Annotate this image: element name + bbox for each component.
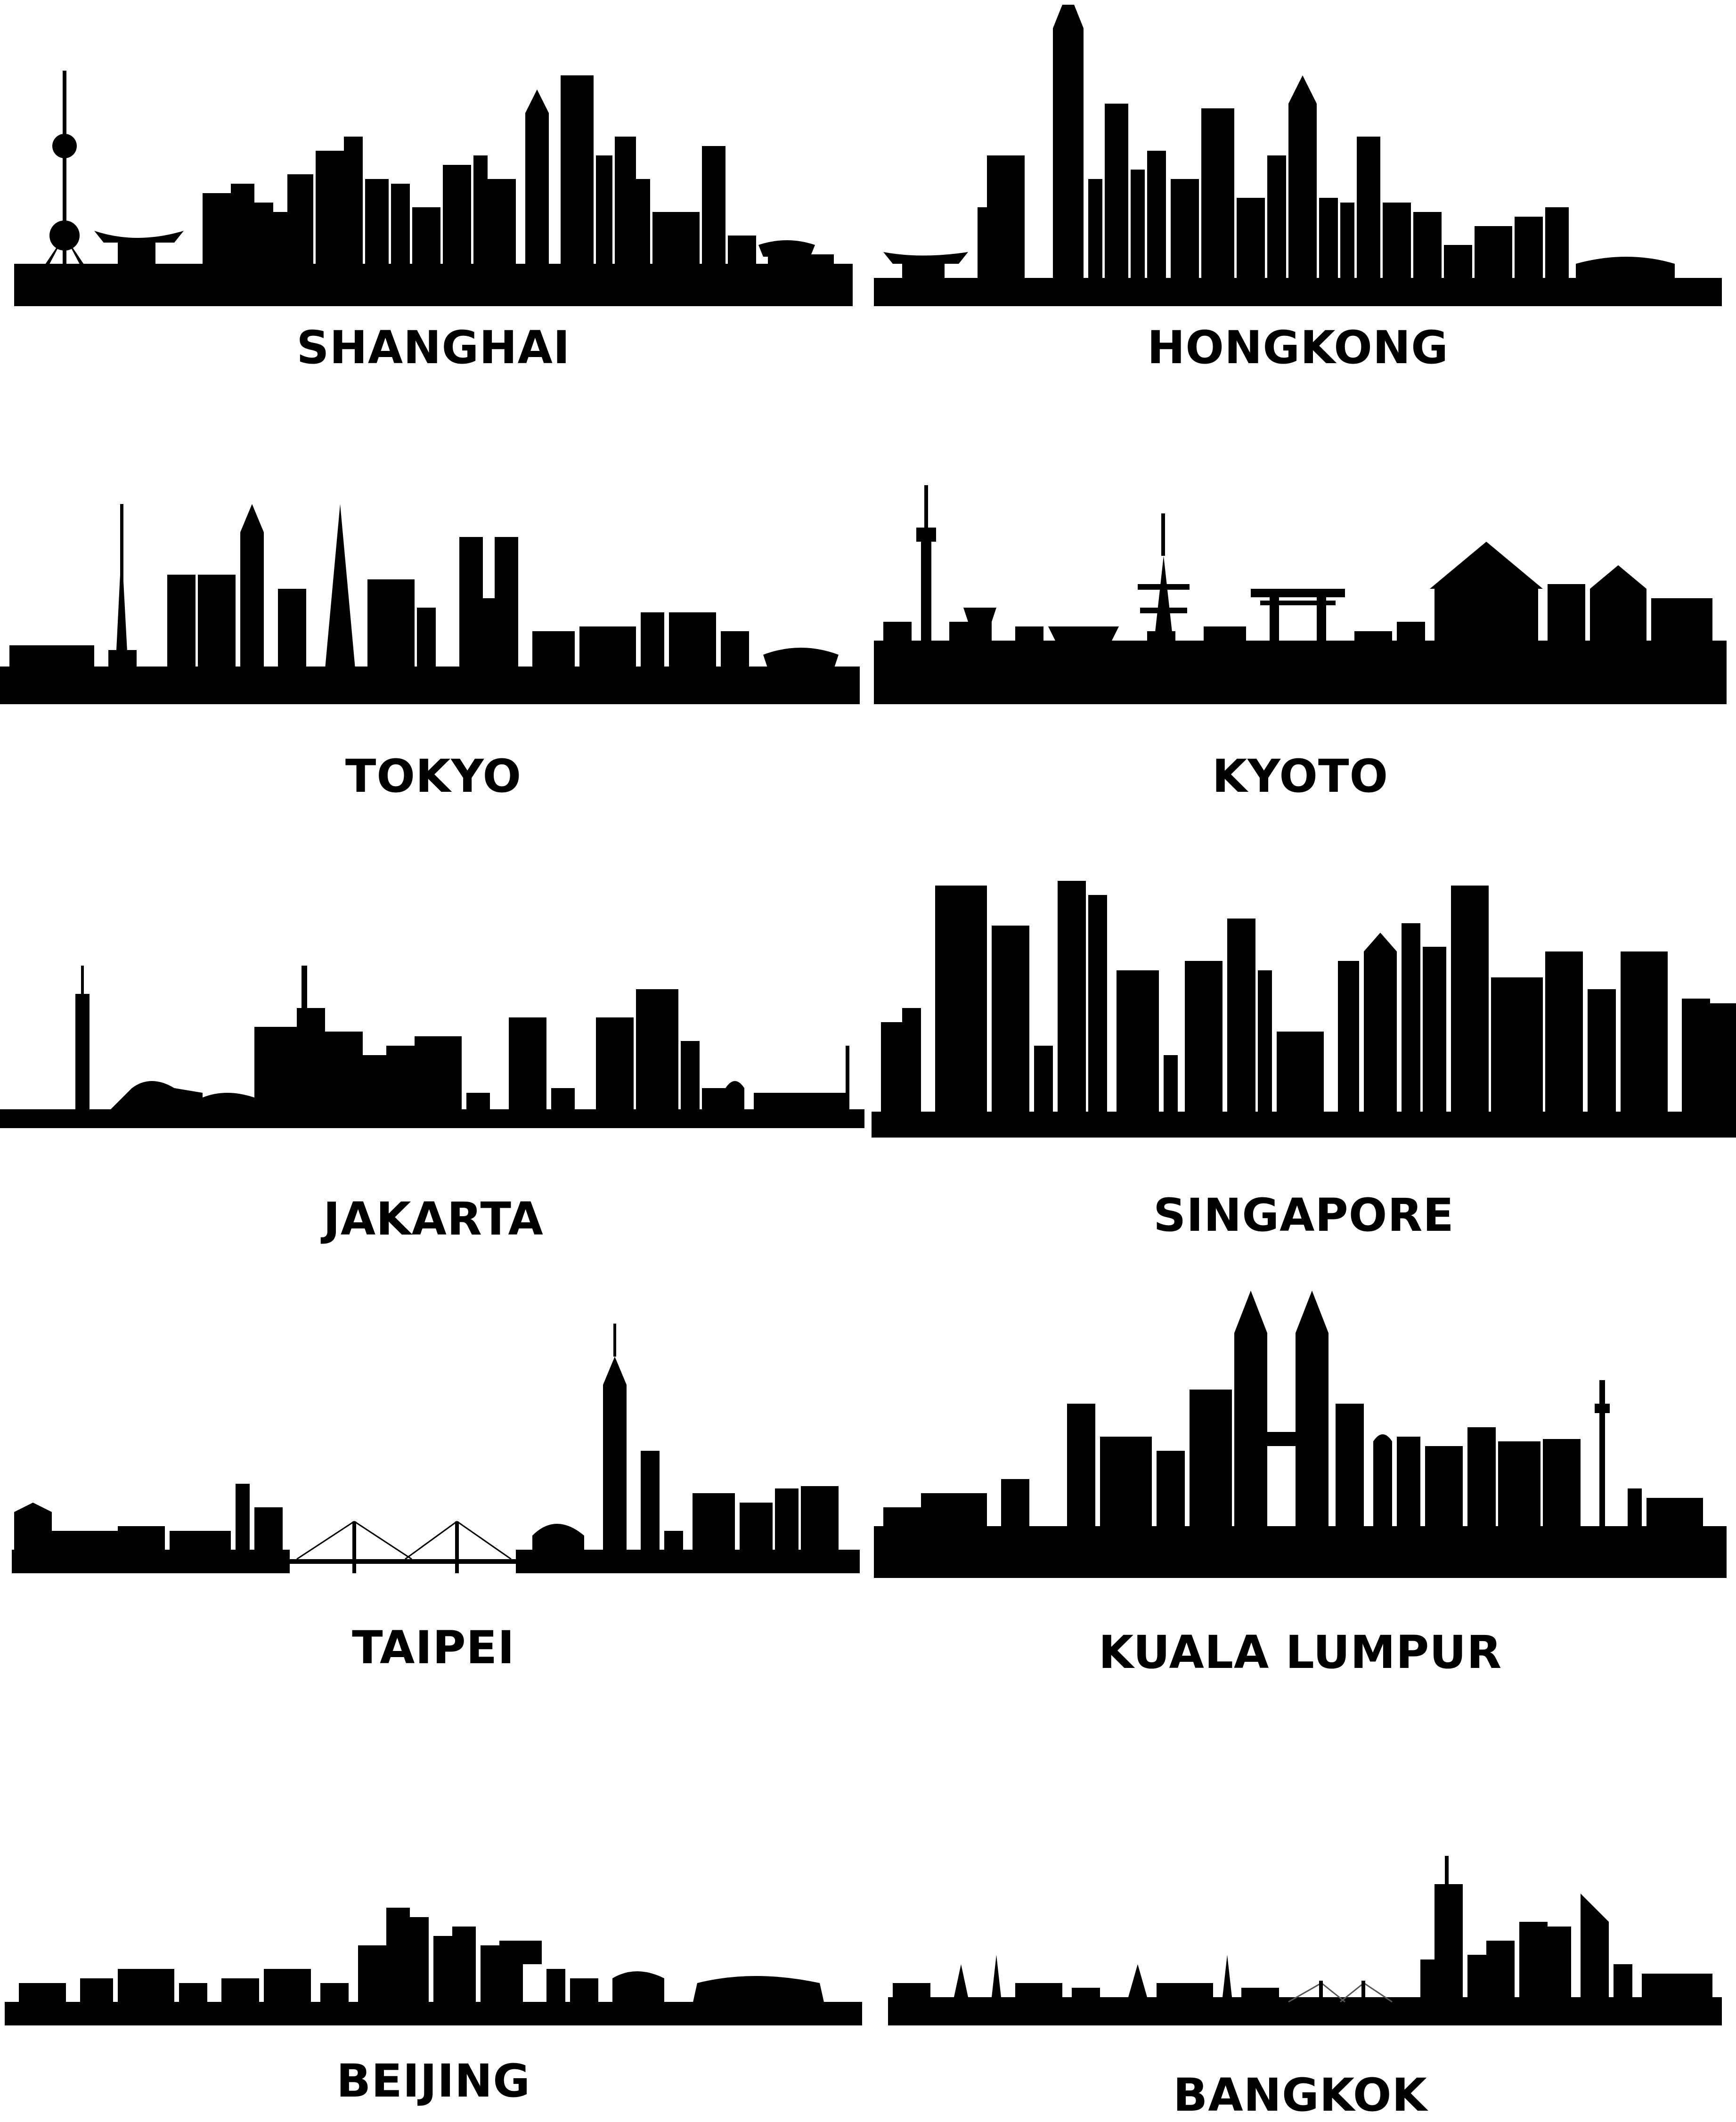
hongkong-skyline bbox=[874, 0, 1722, 311]
panel-shanghai: SHANGHAI bbox=[14, 0, 853, 377]
panel-kyoto: KYOTO bbox=[874, 471, 1727, 810]
tokyo-skyline bbox=[0, 471, 867, 716]
panel-kuala-lumpur: KUALA LUMPUR bbox=[874, 1262, 1727, 1686]
city-label-bangkok: BANGKOK bbox=[1173, 2069, 1427, 2122]
beijing-skyline bbox=[0, 1865, 867, 2035]
panel-jakarta: JAKARTA bbox=[0, 933, 867, 1262]
jakarta-skyline bbox=[0, 933, 867, 1140]
taipei-skyline bbox=[0, 1324, 867, 1578]
panel-bangkok: BANGKOK bbox=[874, 1856, 1727, 2122]
kyoto-skyline bbox=[874, 471, 1727, 716]
singapore-skyline bbox=[872, 876, 1736, 1140]
panel-beijing: BEIJING bbox=[0, 1865, 867, 2122]
city-label-kuala-lumpur: KUALA LUMPUR bbox=[1098, 1626, 1502, 1679]
city-label-kyoto: KYOTO bbox=[1212, 750, 1389, 803]
city-label-jakarta: JAKARTA bbox=[323, 1193, 544, 1245]
kuala-lumpur-skyline bbox=[874, 1262, 1727, 1583]
panel-tokyo: TOKYO bbox=[0, 471, 867, 810]
city-label-beijing: BEIJING bbox=[336, 2055, 531, 2107]
panel-taipei: TAIPEI bbox=[0, 1324, 867, 1682]
city-label-singapore: SINGAPORE bbox=[1153, 1189, 1454, 1242]
bangkok-skyline bbox=[874, 1856, 1727, 2040]
city-label-shanghai: SHANGHAI bbox=[296, 321, 571, 374]
city-label-taipei: TAIPEI bbox=[352, 1621, 515, 1674]
city-label-tokyo: TOKYO bbox=[345, 750, 522, 803]
shanghai-skyline bbox=[14, 0, 853, 311]
panel-hongkong: HONGKONG bbox=[874, 0, 1722, 377]
panel-singapore: SINGAPORE bbox=[872, 876, 1736, 1253]
city-label-hongkong: HONGKONG bbox=[1147, 321, 1449, 374]
